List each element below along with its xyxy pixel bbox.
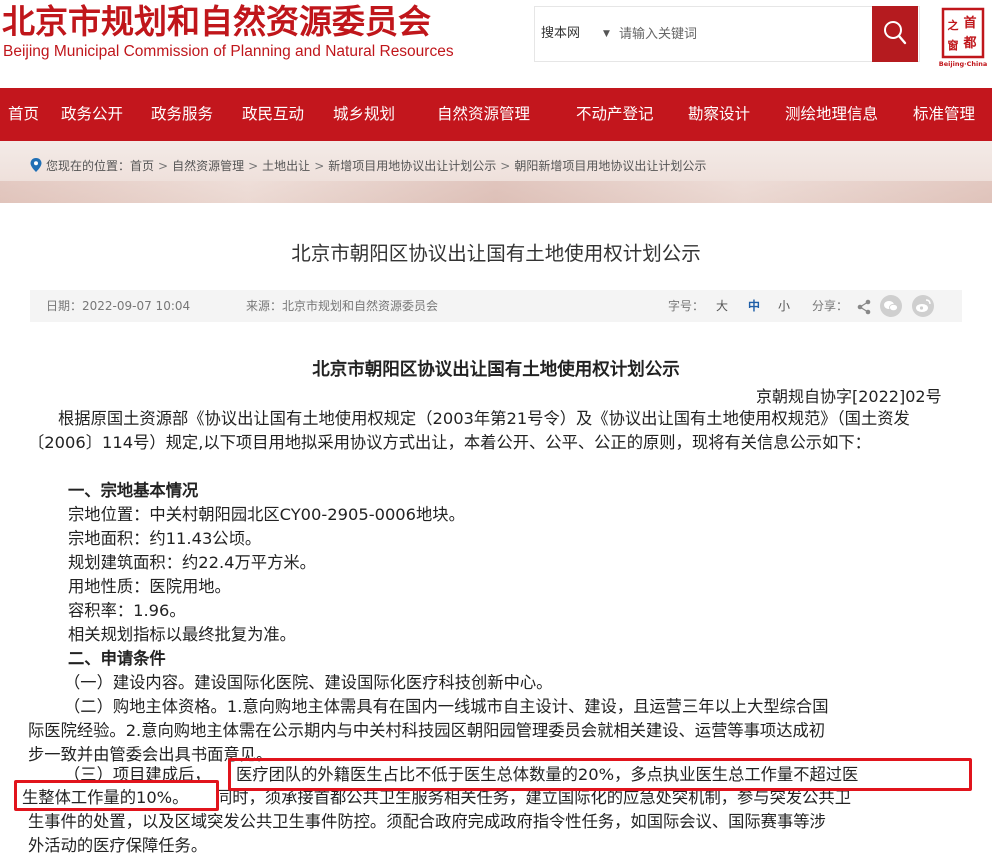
section-1-title: 一、宗地基本情况 [68, 481, 199, 500]
planning-note: 相关规划指标以最终批复为准。 [68, 625, 296, 644]
breadcrumb: 您现在的位置：首页 > 自然资源管理 > 土地出让 > 新增项目用地协议出让计划公示 > 朝阳新… [30, 157, 706, 174]
breadcrumb-new-project-plan[interactable]: 新增项目用地协议出让计划公示 [328, 159, 496, 173]
article-date: 日期：2022-09-07 10:04 [46, 299, 191, 313]
search-box: 搜本网 ▼ [534, 6, 920, 62]
font-size-large-button[interactable]: 大 [716, 290, 728, 322]
condition-2-line-2: 际医院经验。2.意向购地主体需在公示期内与中关村科技园区朝阳园管理委员会就相关建… [28, 721, 826, 740]
svg-text:窗: 窗 [948, 38, 959, 52]
nav-item-real-estate[interactable]: 不动产登记 [576, 88, 654, 141]
nav-item-standards[interactable]: 标准管理 [913, 88, 975, 141]
section-2-title: 二、申请条件 [68, 649, 166, 668]
share-icon[interactable] [856, 299, 872, 315]
breadcrumb-land-transfer[interactable]: 土地出让 [262, 159, 310, 173]
breadcrumb-natural-resources[interactable]: 自然资源管理 [172, 159, 244, 173]
article-meta-bar: 日期：2022-09-07 10:04 来源：北京市规划和自然资源委员会 字号：… [30, 290, 962, 322]
chevron-down-icon[interactable]: ▼ [603, 7, 610, 61]
building-area: 规划建筑面积：约22.4万平方米。 [68, 553, 316, 572]
plot-ratio: 容积率：1.96。 [68, 601, 186, 620]
wechat-share-icon[interactable] [880, 295, 902, 317]
breadcrumb-separator: > [248, 159, 259, 173]
breadcrumb-home[interactable]: 首页 [130, 159, 154, 173]
nav-item-interaction[interactable]: 政民互动 [242, 88, 304, 141]
condition-3-highlight-2: 生整体工作量的10%。 [22, 788, 189, 807]
nav-item-geo-info[interactable]: 测绘地理信息 [785, 88, 878, 141]
breadcrumb-chaoyang-plan[interactable]: 朝阳新增项目用地协议出让计划公示 [514, 159, 706, 173]
condition-3-line-4: 外活动的医疗保障任务。 [28, 836, 208, 855]
land-use: 用地性质：医院用地。 [68, 577, 231, 596]
intro-paragraph: 根据原国土资源部《协议出让国有土地使用权规定（2003年第21号令）及《协议出让… [28, 409, 910, 452]
svg-text:之: 之 [948, 18, 959, 32]
nav-item-gov-services[interactable]: 政务服务 [151, 88, 213, 141]
svg-text:首: 首 [963, 15, 976, 31]
search-button[interactable] [872, 6, 918, 62]
location-pin-icon [30, 158, 42, 172]
nav-item-gov-affairs[interactable]: 政务公开 [61, 88, 123, 141]
nav-item-survey-design[interactable]: 勘察设计 [688, 88, 750, 141]
share-label: 分享： [812, 299, 849, 313]
main-nav: 首页 政务公开 政务服务 政民互动 城乡规划 自然资源管理 不动产登记 勘察设计… [0, 88, 992, 141]
site-title-english: Beijing Municipal Commission of Planning… [3, 43, 454, 60]
condition-3-line-3: 生事件的处置，以及区域突发公共卫生事件防控。须配合政府完成政府指令性任务，如国际… [28, 812, 826, 831]
condition-1: （一）建设内容。建设国际化医院、建设国际化医疗科技创新中心。 [64, 673, 553, 692]
svg-text:都: 都 [962, 35, 976, 51]
document-heading: 北京市朝阳区协议出让国有土地使用权计划公示 [312, 360, 680, 380]
land-area: 宗地面积：约11.43公顷。 [68, 529, 262, 548]
font-size-label: 字号： [668, 299, 705, 313]
condition-3-line-2: 同时，须承接首都公共卫生服务相关任务，建立国际化的应急处突机制，参与突发公共卫 [216, 788, 851, 807]
font-size-medium-button[interactable]: 中 [748, 290, 760, 322]
land-location: 宗地位置：中关村朝阳园北区CY00-2905-0006地块。 [68, 505, 465, 524]
logo-caption: Beijing·China [938, 60, 988, 68]
breadcrumb-separator: > [314, 159, 325, 173]
font-size-small-button[interactable]: 小 [778, 290, 790, 322]
weibo-share-icon[interactable] [912, 295, 934, 317]
nav-item-urban-planning[interactable]: 城乡规划 [333, 88, 395, 141]
nav-item-home[interactable]: 首页 [8, 88, 39, 141]
breadcrumb-prefix: 您现在的位置： [46, 159, 131, 173]
breadcrumb-separator: > [158, 159, 169, 173]
condition-3-highlight-1: 医疗团队的外籍医生占比不低于医生总体数量的20%，多点执业医生总工作量不超过医 [236, 765, 859, 784]
article-title: 北京市朝阳区协议出让国有土地使用权计划公示 [291, 242, 701, 265]
capital-window-logo-icon[interactable]: 首 都 之 窗 [941, 7, 985, 59]
document-number: 京朝规自协字[2022]02号 [756, 387, 942, 406]
nav-item-natural-resources[interactable]: 自然资源管理 [437, 88, 530, 141]
condition-3-lead: （三）项目建成后， [64, 765, 211, 784]
search-icon [884, 21, 907, 45]
search-input[interactable] [619, 19, 859, 49]
breadcrumb-separator: > [500, 159, 511, 173]
site-header: 北京市规划和自然资源委员会 Beijing Municipal Commissi… [0, 0, 992, 88]
article-source: 来源：北京市规划和自然资源委员会 [246, 299, 439, 313]
condition-2-line-1: （二）购地主体资格。1.意向购地主体需具有在国内一线城市自主设计、建设，且运营三… [64, 697, 829, 716]
site-title[interactable]: 北京市规划和自然资源委员会 [2, 2, 431, 42]
